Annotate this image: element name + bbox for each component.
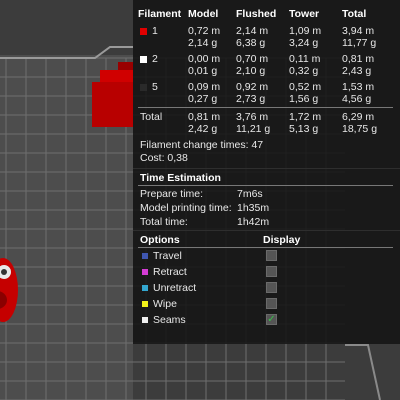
prepare-time-label: Prepare time: <box>140 188 204 200</box>
model-length: 0,72 m <box>188 25 221 37</box>
total-weight: 2,43 g <box>342 65 372 77</box>
filament-color-swatch <box>140 27 147 35</box>
total-flushed-length: 3,76 m <box>236 111 269 123</box>
model-printing-time-label: Model printing time: <box>140 202 232 214</box>
filament-5-swatch-wrap <box>140 82 147 93</box>
total-weight: 4,56 g <box>342 93 372 105</box>
wipe-tower-shadow <box>118 62 133 70</box>
option-label-wipe: Wipe <box>153 298 177 310</box>
tower-weight: 0,32 g <box>289 65 319 77</box>
divider <box>138 185 393 186</box>
display-checkbox-retract[interactable] <box>266 266 277 277</box>
flushed-weight: 6,38 g <box>236 37 266 49</box>
filament-id: 1 <box>152 25 158 37</box>
slice-statistics-panel: Filament Model Flushed Tower Total 1 0,7… <box>133 0 400 344</box>
filament-change-times: Filament change times: 47 <box>140 139 264 151</box>
filament-1-swatch-wrap <box>140 26 147 37</box>
total-tower-weight: 5,13 g <box>289 123 319 135</box>
col-model-header: Model <box>188 8 219 20</box>
display-checkbox-seams[interactable]: ✓ <box>266 314 277 325</box>
total-flushed-weight: 11,21 g <box>236 123 271 135</box>
flushed-weight: 2,10 g <box>236 65 266 77</box>
total-tower-length: 1,72 m <box>289 111 322 123</box>
grand-total-length: 6,29 m <box>342 111 375 123</box>
time-estimation-title: Time Estimation <box>140 172 221 184</box>
tower-weight: 1,56 g <box>289 93 319 105</box>
tower-length: 0,11 m <box>289 53 321 65</box>
seams-color-swatch <box>142 317 148 323</box>
option-label-travel: Travel <box>153 250 182 262</box>
total-model-length: 0,81 m <box>188 111 221 123</box>
model-weight: 0,01 g <box>188 65 218 77</box>
flushed-length: 0,70 m <box>236 53 269 65</box>
total-length: 1,53 m <box>342 81 375 93</box>
travel-color-swatch <box>142 253 148 259</box>
model-length: 0,00 m <box>188 53 221 65</box>
filament-id: 5 <box>152 81 158 93</box>
divider <box>138 247 393 248</box>
tower-length: 1,09 m <box>289 25 322 37</box>
unretract-color-swatch <box>142 285 148 291</box>
option-label-retract: Retract <box>153 266 187 278</box>
viewport[interactable]: Filament Model Flushed Tower Total 1 0,7… <box>0 0 400 400</box>
col-flushed-header: Flushed <box>236 8 277 20</box>
total-length: 0,81 m <box>342 53 375 65</box>
filament-color-swatch <box>140 55 147 63</box>
col-total-header: Total <box>342 8 367 20</box>
total-length: 3,94 m <box>342 25 375 37</box>
total-model-weight: 2,42 g <box>188 123 218 135</box>
flushed-length: 0,92 m <box>236 81 269 93</box>
tower-weight: 3,24 g <box>289 37 319 49</box>
model-printing-time-value: 1h35m <box>237 202 270 214</box>
option-label-unretract: Unretract <box>153 282 197 294</box>
wipe-tower-top <box>100 70 133 82</box>
flushed-weight: 2,73 g <box>236 93 266 105</box>
display-checkbox-travel[interactable] <box>266 250 277 261</box>
total-weight: 11,77 g <box>342 37 377 49</box>
filament-color-swatch <box>140 83 147 91</box>
model-weight: 2,14 g <box>188 37 218 49</box>
retract-color-swatch <box>142 269 148 275</box>
display-checkbox-unretract[interactable] <box>266 282 277 293</box>
model-length: 0,09 m <box>188 81 221 93</box>
filament-id: 2 <box>152 53 158 65</box>
prepare-time-value: 7m6s <box>237 188 263 200</box>
grand-total-weight: 18,75 g <box>342 123 378 135</box>
wipe-tower <box>92 82 133 127</box>
display-title: Display <box>263 234 301 246</box>
col-filament-header: Filament <box>138 8 182 20</box>
divider <box>133 230 400 231</box>
total-time-value: 1h42m <box>237 216 270 228</box>
display-checkbox-wipe[interactable] <box>266 298 277 309</box>
total-row-label: Total <box>140 111 163 123</box>
option-label-seams: Seams <box>153 314 186 326</box>
wipe-color-swatch <box>142 301 148 307</box>
divider <box>138 107 393 108</box>
flushed-length: 2,14 m <box>236 25 269 37</box>
divider <box>133 168 400 169</box>
col-tower-header: Tower <box>289 8 320 20</box>
options-title: Options <box>140 234 180 246</box>
model-weight: 0,27 g <box>188 93 218 105</box>
cost: Cost: 0,38 <box>140 152 188 164</box>
total-time-label: Total time: <box>140 216 188 228</box>
tower-length: 0,52 m <box>289 81 322 93</box>
filament-2-swatch-wrap <box>140 54 147 65</box>
